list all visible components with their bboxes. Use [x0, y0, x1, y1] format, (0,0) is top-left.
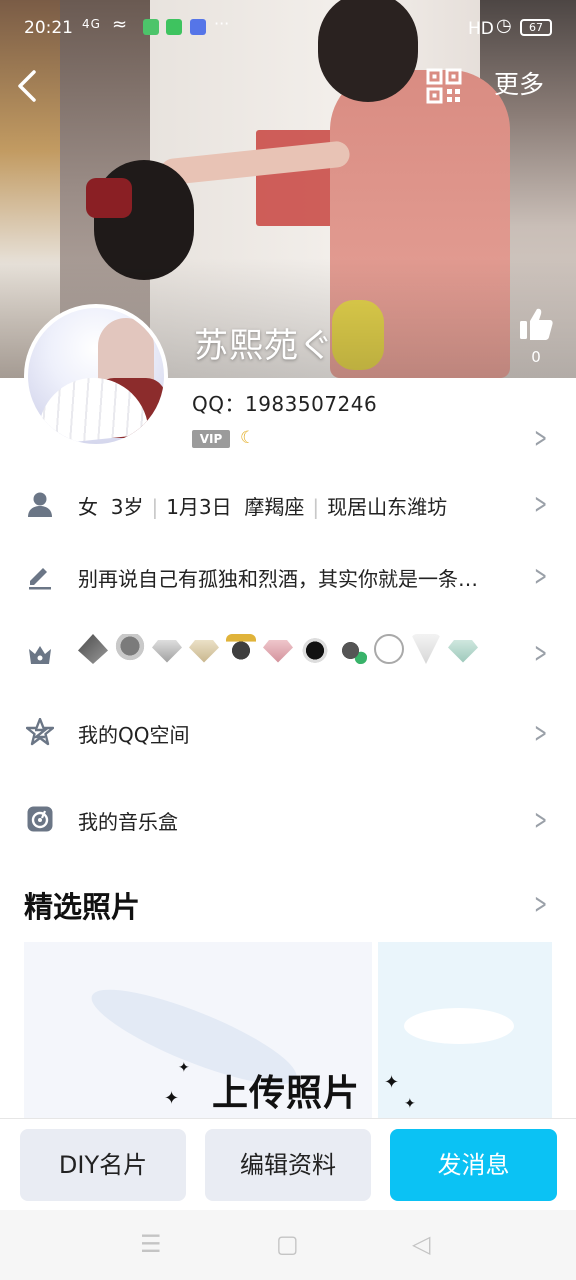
chevron-right-icon: > [533, 636, 547, 669]
featured-photos-chevron-icon[interactable]: > [534, 890, 547, 918]
upload-photo-button[interactable]: 上传照片 [212, 1064, 360, 1116]
sparkle-icon: ✦ [404, 1096, 416, 1112]
diamond-pink-badge-icon [263, 640, 293, 663]
basic-info-text: 女 3岁 | 1月3日 摩羯座 | 现居山东潍坊 [78, 491, 447, 520]
status-time: 20:21 [24, 18, 73, 38]
diamond-badge-icon [152, 640, 182, 663]
featured-photos-title: 精选照片 [24, 890, 141, 924]
penguin-badge-icon [115, 634, 145, 664]
chevron-right-icon[interactable]: > [534, 424, 547, 452]
back-triangle-icon[interactable]: ◁ [412, 1230, 430, 1258]
chevron-right-icon: > [533, 559, 547, 592]
app-notification-icon-2 [190, 19, 206, 35]
avatar[interactable] [24, 304, 168, 448]
qzone-label: 我的QQ空间 [78, 723, 190, 747]
chevron-right-icon: > [533, 487, 547, 520]
sparkle-icon: ✦ [178, 1060, 190, 1076]
diamond-gold-badge-icon [189, 640, 219, 663]
sparkle-icon: ✦ [164, 1088, 180, 1109]
v-cloud-badge-icon [374, 634, 404, 664]
penguin-crown-badge-icon [226, 634, 256, 664]
qzone-star-icon [26, 718, 54, 746]
nickname: 苏熙苑ぐ [194, 326, 334, 366]
vip-badge[interactable]: VIP [192, 430, 230, 448]
qr-code-icon [426, 68, 462, 104]
battery-icon: 67 [520, 19, 552, 36]
diamond-green-badge-icon [448, 640, 478, 663]
qzone-row[interactable]: 我的QQ空间 > [0, 703, 576, 763]
sparkle-icon: ✦ [384, 1072, 400, 1093]
qr-code-button[interactable] [426, 68, 462, 104]
like-button[interactable]: 0 [516, 306, 556, 368]
back-button[interactable] [14, 66, 44, 106]
divider: | [312, 495, 320, 519]
signature-row[interactable]: 别再说自己有孤独和烈酒，其实你就是一条… > [0, 547, 576, 607]
divider: | [151, 495, 159, 519]
chevron-left-icon [18, 70, 36, 102]
gender: 女 [78, 495, 98, 519]
music-box-row[interactable]: 我的音乐盒 > [0, 790, 576, 850]
zodiac: 摩羯座 [244, 495, 305, 519]
person-icon [28, 492, 52, 517]
basic-info-row[interactable]: 女 3岁 | 1月3日 摩羯座 | 现居山东潍坊 > [0, 475, 576, 535]
signal-icon: 4G [82, 17, 101, 31]
age: 3岁 [110, 495, 144, 519]
more-button[interactable]: 更多 [494, 68, 544, 102]
hd-indicator: HD [468, 19, 494, 39]
home-icon[interactable]: ▢ [276, 1230, 299, 1258]
chevron-right-icon: > [533, 716, 547, 749]
badge-list [78, 634, 478, 664]
signature-text: 别再说自己有孤独和烈酒，其实你就是一条… [78, 567, 478, 591]
crown-icon [29, 646, 51, 664]
more-notifications-icon: ··· [214, 14, 230, 33]
birthday: 1月3日 [166, 495, 232, 519]
thumbs-up-icon [520, 308, 553, 340]
send-message-button[interactable]: 发消息 [390, 1129, 557, 1201]
fish-illustration [404, 1008, 514, 1044]
penguin-black-badge-icon [300, 634, 330, 664]
pencil-icon [29, 568, 51, 590]
like-count: 0 [531, 348, 541, 366]
menu-icon[interactable]: ☰ [140, 1230, 162, 1258]
badges-row[interactable]: > [0, 622, 576, 682]
flame-badge-icon [78, 634, 108, 664]
edit-profile-button[interactable]: 编辑资料 [205, 1129, 371, 1201]
penguin-green-badge-icon [337, 634, 367, 664]
qq-number: QQ：1983507246 [192, 392, 378, 416]
location: 现居山东潍坊 [327, 495, 448, 519]
system-nav-bar: ☰ ▢ ◁ [0, 1210, 576, 1280]
status-bar: 20:21 4G ≈ ··· HD ◷ 67 [0, 0, 576, 58]
moon-icon[interactable]: ☾ [240, 428, 255, 448]
music-box-label: 我的音乐盒 [78, 810, 178, 834]
alarm-icon: ◷ [496, 15, 512, 36]
chevron-right-icon: > [533, 803, 547, 836]
app-notification-icon [143, 19, 159, 35]
music-box-icon [27, 806, 53, 832]
wifi-icon: ≈ [112, 14, 128, 35]
diy-card-button[interactable]: DIY名片 [20, 1129, 186, 1201]
cover-bow [86, 178, 132, 218]
action-bar: DIY名片 编辑资料 发消息 [0, 1118, 576, 1210]
message-notification-icon [166, 19, 182, 35]
tuxedo-badge-icon [411, 634, 441, 664]
